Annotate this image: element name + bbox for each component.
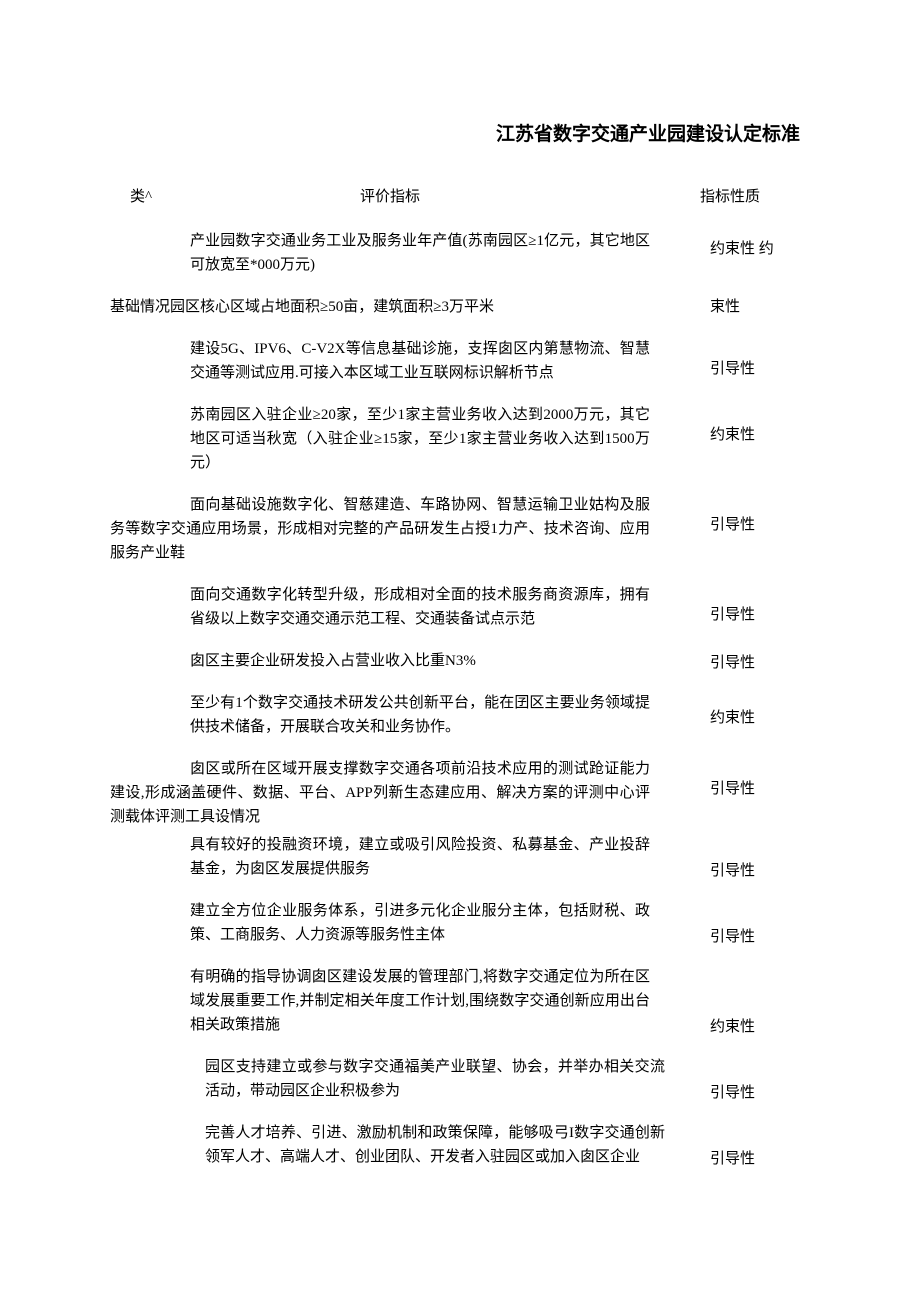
- indicator-cell: 囱区主要企业研发投入占营业收入比重N3%: [190, 649, 650, 673]
- header-category: 类^: [130, 185, 200, 209]
- indicator-cell: 面向基础设施数字化、智慈建造、车路协网、智慧运输卫业姑构及服务等数字交通应用场景…: [110, 493, 650, 565]
- table-row: 囱区或所在区域开展支撑数字交通各项前沿技术应用的测试跄证能力建设,形成涵盖硬件、…: [110, 757, 810, 829]
- table-header: 类^ 评价指标 指标性质: [110, 185, 810, 209]
- nature-cell: 引导性: [710, 925, 780, 949]
- nature-cell: 约束性: [710, 1015, 780, 1039]
- indicator-cell: 有明确的指导协调囱区建设发展的管理部门,将数字交通定位为所在区域发展重要工作,并…: [190, 965, 650, 1037]
- nature-cell: 引导性: [710, 1147, 780, 1171]
- indicator-cell: 苏南园区入驻企业≥20家，至少1家主营业务收入达到2000万元，其它地区可适当秋…: [190, 403, 650, 475]
- table-row: 面向基础设施数字化、智慈建造、车路协网、智慧运输卫业姑构及服务等数字交通应用场景…: [110, 493, 810, 565]
- nature-cell: 引导性: [710, 859, 780, 883]
- table-body: 产业园数字交通业务工业及服务业年产值(苏南园区≥1亿元，其它地区可放宽至*000…: [110, 229, 810, 1169]
- table-row: 至少有1个数字交通技术研发公共创新平台，能在囝区主要业务领域提供技术储备，开展联…: [110, 691, 810, 739]
- nature-cell: 约束性: [710, 423, 780, 447]
- table-row: 有明确的指导协调囱区建设发展的管理部门,将数字交通定位为所在区域发展重要工作,并…: [110, 965, 810, 1037]
- table-row: 建立全方位企业服务体系，引进多元化企业服分主体，包括财税、政策、工商服务、人力资…: [110, 899, 810, 947]
- nature-cell: 束性: [710, 295, 780, 319]
- indicator-cell: 产业园数字交通业务工业及服务业年产值(苏南园区≥1亿元，其它地区可放宽至*000…: [190, 229, 650, 277]
- nature-cell: 引导性: [710, 357, 780, 381]
- indicator-cell: 建立全方位企业服务体系，引进多元化企业服分主体，包括财税、政策、工商服务、人力资…: [190, 899, 650, 947]
- indicator-cell: 完善人才培养、引进、激励机制和政策保障，能够吸弓I数字交通创新领军人才、高端人才…: [205, 1121, 665, 1169]
- nature-cell: 引导性: [710, 603, 780, 627]
- nature-cell: 约束性 约: [710, 237, 780, 261]
- table-row: 建设5G、IPV6、C-V2X等信息基础诊施，支挥囱区内第慧物流、智慧交通等测试…: [110, 337, 810, 385]
- nature-cell: 引导性: [710, 1081, 780, 1105]
- table-row: 完善人才培养、引进、激励机制和政策保障，能够吸弓I数字交通创新领军人才、高端人才…: [110, 1121, 810, 1169]
- nature-cell: 引导性: [710, 777, 780, 801]
- header-nature: 指标性质: [700, 185, 790, 209]
- table-row: 囱区主要企业研发投入占营业收入比重N3% 引导性: [110, 649, 810, 673]
- indicator-cell: 具有较好的投融资环境，建立或吸引风险投资、私募基金、产业投辞基金，为囱区发展提供…: [190, 833, 650, 881]
- table-row: 面向交通数字化转型升级，形成相对全面的技术服务商资源库，拥有省级以上数字交通交通…: [110, 583, 810, 631]
- indicator-cell: 基础情况园区核心区域占地面积≥50亩，建筑面积≥3万平米: [110, 295, 650, 319]
- indicator-cell: 至少有1个数字交通技术研发公共创新平台，能在囝区主要业务领域提供技术储备，开展联…: [190, 691, 650, 739]
- indicator-cell: 建设5G、IPV6、C-V2X等信息基础诊施，支挥囱区内第慧物流、智慧交通等测试…: [190, 337, 650, 385]
- indicator-cell: 面向交通数字化转型升级，形成相对全面的技术服务商资源库，拥有省级以上数字交通交通…: [190, 583, 650, 631]
- indicator-cell: 园区支持建立或参与数字交通福美产业联望、协会，并举办相关交流活动，带动园区企业积…: [205, 1055, 665, 1103]
- nature-cell: 约束性: [710, 706, 780, 730]
- nature-cell: 引导性: [710, 513, 780, 537]
- header-indicator: 评价指标: [200, 185, 700, 209]
- table-row: 基础情况园区核心区域占地面积≥50亩，建筑面积≥3万平米 束性: [110, 295, 810, 319]
- table-row: 具有较好的投融资环境，建立或吸引风险投资、私募基金、产业投辞基金，为囱区发展提供…: [110, 833, 810, 881]
- indicator-cell: 囱区或所在区域开展支撑数字交通各项前沿技术应用的测试跄证能力建设,形成涵盖硬件、…: [110, 757, 650, 829]
- table-row: 产业园数字交通业务工业及服务业年产值(苏南园区≥1亿元，其它地区可放宽至*000…: [110, 229, 810, 277]
- table-row: 苏南园区入驻企业≥20家，至少1家主营业务收入达到2000万元，其它地区可适当秋…: [110, 403, 810, 475]
- document-title: 江苏省数字交通产业园建设认定标准: [110, 120, 810, 150]
- table-row: 园区支持建立或参与数字交通福美产业联望、协会，并举办相关交流活动，带动园区企业积…: [110, 1055, 810, 1103]
- nature-cell: 引导性: [710, 651, 780, 675]
